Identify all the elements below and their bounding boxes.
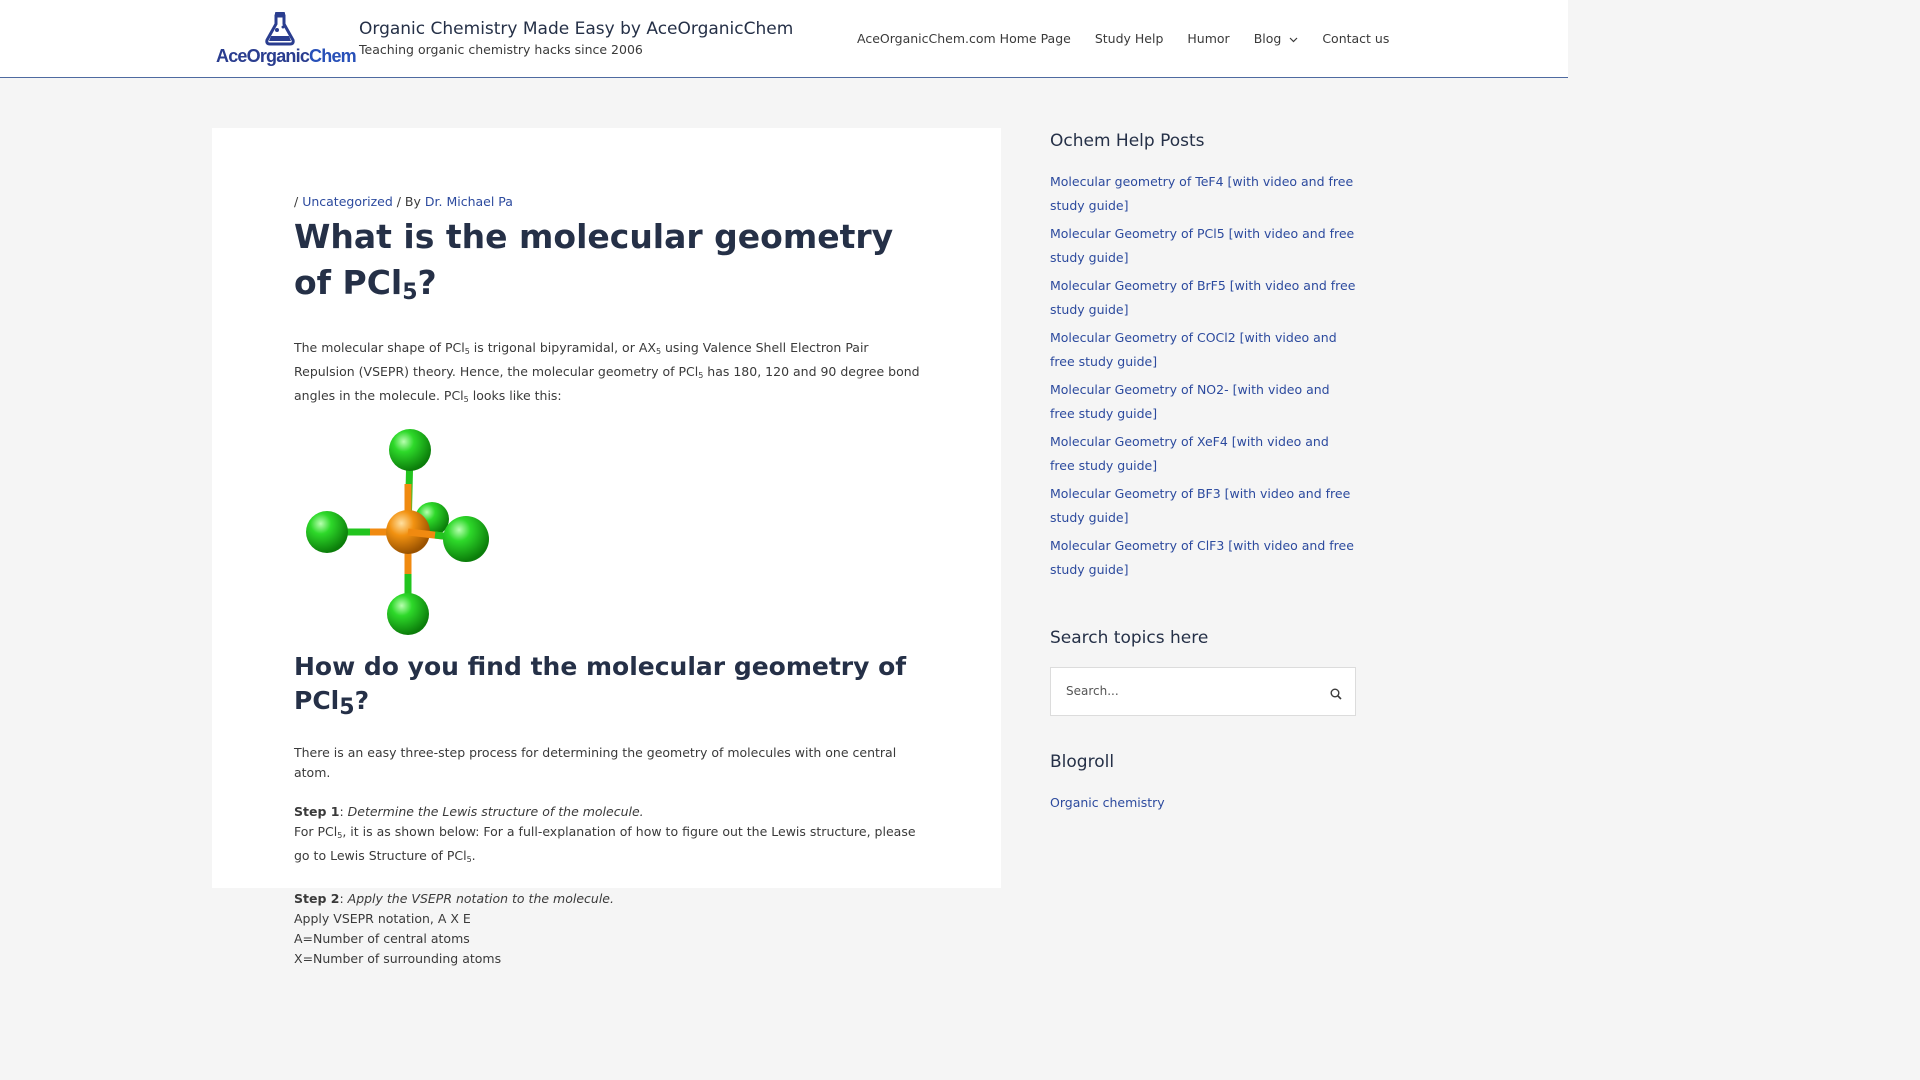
nav-item-home[interactable]: AceOrganicChem.com Home Page bbox=[857, 31, 1071, 46]
list-item: Molecular geometry of TeF4 [with video a… bbox=[1050, 170, 1356, 218]
nav-item-blog[interactable]: Blog bbox=[1254, 31, 1299, 46]
pcl5-molecule-image bbox=[300, 424, 496, 638]
chevron-down-icon[interactable] bbox=[1289, 31, 1298, 46]
search-widget-title: Search topics here bbox=[1050, 628, 1209, 648]
list-item: Molecular Geometry of BF3 [with video an… bbox=[1050, 482, 1356, 530]
chlorine-atom bbox=[389, 429, 431, 471]
post-link[interactable]: Molecular geometry of TeF4 [with video a… bbox=[1050, 174, 1353, 213]
post-link[interactable]: Molecular Geometry of NO2- [with video a… bbox=[1050, 382, 1330, 421]
nav-item-humor[interactable]: Humor bbox=[1187, 31, 1229, 46]
post-link[interactable]: Molecular Geometry of PCl5 [with video a… bbox=[1050, 226, 1354, 265]
process-paragraph: There is an easy three-step process for … bbox=[294, 745, 897, 780]
step2-line: Apply VSEPR notation, A X E bbox=[294, 911, 471, 926]
list-item: Molecular Geometry of BrF5 [with video a… bbox=[1050, 274, 1356, 322]
chlorine-atom bbox=[443, 516, 489, 562]
post-link[interactable]: Molecular Geometry of BF3 [with video an… bbox=[1050, 486, 1350, 525]
list-item: Molecular Geometry of XeF4 [with video a… bbox=[1050, 430, 1356, 478]
main-content: / Uncategorized / By Dr. Michael Pa What… bbox=[212, 128, 1001, 966]
post-title: What is the molecular geometry of PCl5? bbox=[294, 217, 894, 305]
site-header: AceOrganicChem Organic Chemistry Made Ea… bbox=[0, 0, 1568, 78]
blogroll-link[interactable]: Organic chemistry bbox=[1050, 795, 1165, 810]
list-item: Molecular Geometry of ClF3 [with video a… bbox=[1050, 534, 1356, 582]
flask-logo-icon bbox=[265, 12, 295, 46]
step1-body: For PCl5, it is as shown below: For a fu… bbox=[294, 824, 916, 864]
logo-wordmark: AceOrganicChem bbox=[216, 46, 357, 66]
site-tagline: Teaching organic chemistry hacks since 2… bbox=[359, 42, 643, 57]
chlorine-atom bbox=[387, 593, 429, 635]
post-article: / Uncategorized / By Dr. Michael Pa What… bbox=[294, 194, 924, 969]
intro-paragraph: The molecular shape of PCl5 is trigonal … bbox=[294, 340, 920, 404]
nav-item-study-help[interactable]: Study Help bbox=[1095, 31, 1164, 46]
post-link[interactable]: Molecular Geometry of COCl2 [with video … bbox=[1050, 330, 1337, 369]
step2-line: A=Number of central atoms bbox=[294, 931, 470, 946]
category-link[interactable]: Uncategorized bbox=[302, 194, 393, 209]
step1-heading: Step 1: Determine the Lewis structure of… bbox=[294, 804, 644, 819]
step2-line: X=Number of surrounding atoms bbox=[294, 951, 502, 966]
main-nav: AceOrganicChem.com Home Page Study Help … bbox=[857, 31, 1413, 46]
chlorine-atom bbox=[306, 511, 348, 553]
nav-item-contact[interactable]: Contact us bbox=[1322, 31, 1389, 46]
section-heading: How do you find the molecular geometry o… bbox=[294, 652, 907, 720]
search-icon[interactable] bbox=[1330, 685, 1342, 704]
blogroll-widget-title: Blogroll bbox=[1050, 752, 1115, 772]
post-link[interactable]: Molecular Geometry of ClF3 [with video a… bbox=[1050, 538, 1354, 577]
list-item: Molecular Geometry of COCl2 [with video … bbox=[1050, 326, 1356, 374]
list-item: Molecular Geometry of PCl5 [with video a… bbox=[1050, 222, 1356, 270]
step2-heading: Step 2: Apply the VSEPR notation to the … bbox=[294, 891, 614, 906]
list-item: Molecular Geometry of NO2- [with video a… bbox=[1050, 378, 1356, 426]
search-input[interactable] bbox=[1064, 683, 1318, 699]
search-box bbox=[1050, 667, 1356, 716]
post-link[interactable]: Molecular Geometry of BrF5 [with video a… bbox=[1050, 278, 1355, 317]
site-title[interactable]: Organic Chemistry Made Easy by AceOrgani… bbox=[359, 19, 793, 39]
blogroll-list: Organic chemistry bbox=[1050, 792, 1356, 811]
posts-list: Molecular geometry of TeF4 [with video a… bbox=[1050, 170, 1356, 582]
author-link[interactable]: Dr. Michael Pa bbox=[425, 194, 513, 209]
posts-widget-title: Ochem Help Posts bbox=[1050, 131, 1205, 151]
site-logo[interactable]: AceOrganicChem bbox=[216, 10, 357, 68]
sidebar: Ochem Help Posts Molecular geometry of T… bbox=[1050, 128, 1356, 811]
post-link[interactable]: Molecular Geometry of XeF4 [with video a… bbox=[1050, 434, 1329, 473]
post-meta: / Uncategorized / By Dr. Michael Pa bbox=[294, 194, 513, 209]
